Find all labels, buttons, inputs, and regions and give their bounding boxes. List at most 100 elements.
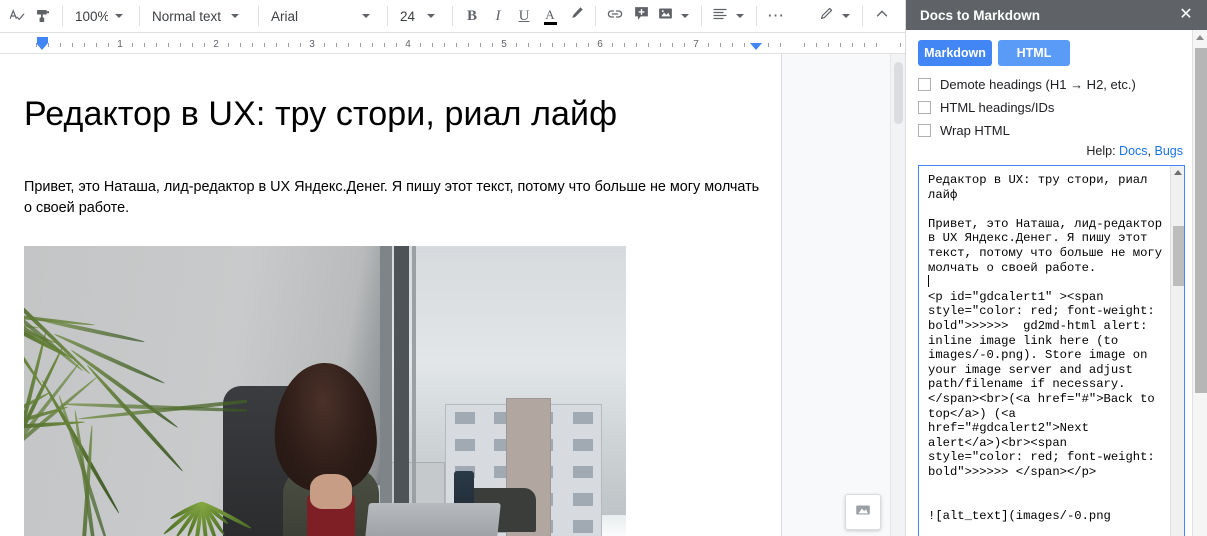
ruler-tick bbox=[108, 43, 109, 47]
italic-icon: I bbox=[495, 7, 501, 24]
font-family-value: Arial bbox=[271, 8, 299, 24]
toolbar-divider bbox=[387, 6, 388, 26]
text-color-letter: A bbox=[545, 6, 555, 22]
ruler-tick bbox=[516, 43, 517, 47]
ruler-tick bbox=[864, 43, 865, 47]
ruler-tick bbox=[480, 43, 481, 47]
ruler-number: 7 bbox=[693, 39, 699, 50]
checkbox-label: HTML headings/IDs bbox=[940, 100, 1055, 115]
text-color-icon: A bbox=[543, 6, 557, 25]
scroll-up-arrow-icon[interactable] bbox=[1196, 35, 1204, 40]
ruler-tick bbox=[396, 43, 397, 47]
ruler-tick bbox=[204, 43, 205, 47]
add-comment-button[interactable] bbox=[628, 3, 654, 29]
ruler-tick bbox=[612, 43, 613, 47]
document-ruler[interactable]: 1 2 3 4 5 6 7 bbox=[0, 33, 905, 54]
text-align-button[interactable] bbox=[708, 3, 750, 29]
document-scrollbar-thumb[interactable] bbox=[894, 62, 903, 124]
pencil-edit-icon bbox=[818, 5, 835, 27]
ruler-number: 3 bbox=[309, 39, 315, 50]
markdown-output-textarea[interactable]: Редактор в UX: тру стори, риал лайф Прив… bbox=[918, 165, 1185, 536]
underline-button[interactable]: U bbox=[511, 3, 537, 29]
document-page[interactable]: Редактор в UX: тру стори, риал лайф Прив… bbox=[0, 54, 782, 536]
text-align-icon bbox=[711, 5, 729, 28]
panel-scrollbar-thumb[interactable] bbox=[1195, 48, 1207, 393]
bold-button[interactable]: B bbox=[459, 3, 485, 29]
checkbox-box[interactable] bbox=[918, 78, 931, 91]
checkbox-box[interactable] bbox=[918, 101, 931, 114]
ruler-tick bbox=[252, 43, 253, 47]
font-size-select[interactable]: 24 bbox=[394, 3, 446, 29]
add-comment-icon bbox=[633, 5, 650, 27]
more-options-button[interactable]: ⋯ bbox=[763, 3, 789, 29]
ruler-tick bbox=[588, 43, 589, 47]
insert-link-icon bbox=[606, 5, 624, 28]
italic-button[interactable]: I bbox=[485, 3, 511, 29]
editing-mode-button[interactable] bbox=[815, 3, 856, 29]
panel-scrollbar[interactable] bbox=[1192, 30, 1207, 536]
left-indent-marker[interactable] bbox=[36, 43, 48, 50]
insert-link-button[interactable] bbox=[602, 3, 628, 29]
document-inline-image[interactable] bbox=[24, 246, 626, 536]
markdown-output-text[interactable]: Редактор в UX: тру стори, риал лайф Прив… bbox=[919, 166, 1170, 536]
checkbox-wrap-html[interactable]: Wrap HTML bbox=[918, 123, 1185, 138]
scroll-up-arrow-icon[interactable] bbox=[1174, 170, 1182, 175]
ruler-tick bbox=[708, 43, 709, 47]
hide-toolbar-button[interactable] bbox=[869, 3, 895, 29]
ruler-tick bbox=[456, 43, 457, 47]
ruler-tick bbox=[240, 43, 241, 47]
ruler-tick bbox=[804, 43, 805, 47]
right-indent-marker[interactable] bbox=[750, 43, 762, 50]
ruler-tick bbox=[744, 43, 745, 47]
ruler-tick bbox=[444, 43, 445, 47]
checkbox-box[interactable] bbox=[918, 124, 931, 137]
checkbox-label: Wrap HTML bbox=[940, 123, 1010, 138]
zoom-level-value: 100% bbox=[75, 8, 108, 24]
zoom-level-select[interactable]: 100% bbox=[69, 3, 133, 29]
ruler-tick bbox=[132, 43, 133, 47]
checkbox-demote-headings[interactable]: Demote headings (H1 → H2, etc.) bbox=[918, 77, 1185, 92]
text-color-button[interactable]: A bbox=[537, 3, 563, 29]
ruler-tick bbox=[84, 43, 85, 47]
spellcheck-icon[interactable] bbox=[4, 3, 30, 29]
font-family-select[interactable]: Arial bbox=[265, 3, 381, 29]
document-scrollbar[interactable] bbox=[890, 54, 905, 536]
markdown-button[interactable]: Markdown bbox=[918, 40, 992, 66]
ruler-tick bbox=[684, 43, 685, 47]
photo-window-frame-3 bbox=[411, 246, 416, 536]
ruler-tick bbox=[432, 43, 433, 47]
insert-image-button[interactable] bbox=[654, 3, 695, 29]
panel-header: Docs to Markdown ✕ bbox=[906, 0, 1207, 30]
page-title: Редактор в UX: тру стори, риал лайф bbox=[24, 95, 618, 133]
ruler-number: 4 bbox=[405, 39, 411, 50]
ruler-tick bbox=[492, 43, 493, 47]
ruler-tick bbox=[900, 43, 901, 47]
chevron-down-icon bbox=[115, 14, 123, 18]
toolbar-divider bbox=[701, 6, 702, 26]
close-icon[interactable]: ✕ bbox=[1175, 4, 1197, 26]
toolbar-divider bbox=[62, 6, 63, 26]
ruler-tick bbox=[360, 43, 361, 47]
ruler-tick bbox=[48, 43, 49, 47]
document-canvas: Редактор в UX: тру стори, риал лайф Прив… bbox=[0, 54, 905, 536]
output-scrollbar[interactable] bbox=[1170, 166, 1184, 536]
paint-format-icon[interactable] bbox=[30, 3, 56, 29]
paragraph-style-select[interactable]: Normal text bbox=[146, 3, 252, 29]
help-bugs-link[interactable]: Bugs bbox=[1155, 144, 1184, 158]
ruler-tick bbox=[552, 43, 553, 47]
document-paragraph: Привет, это Наташа, лид-редактор в UX Ян… bbox=[24, 178, 760, 217]
image-placeholder-button[interactable] bbox=[845, 494, 881, 530]
photo-plant-small bbox=[156, 500, 253, 536]
highlight-color-button[interactable] bbox=[563, 3, 589, 29]
chevron-down-icon bbox=[842, 14, 850, 18]
chevron-down-icon bbox=[362, 14, 370, 18]
checkbox-html-headings-ids[interactable]: HTML headings/IDs bbox=[918, 100, 1185, 115]
ruler-tick bbox=[636, 43, 637, 47]
photo-window-frame-2 bbox=[393, 246, 410, 536]
ruler-tick bbox=[228, 43, 229, 47]
html-button[interactable]: HTML bbox=[998, 40, 1070, 66]
output-scrollbar-thumb[interactable] bbox=[1173, 226, 1184, 286]
checkbox-label: Demote headings (H1 → H2, etc.) bbox=[940, 77, 1136, 92]
ruler-tick bbox=[264, 43, 265, 47]
help-docs-link[interactable]: Docs bbox=[1119, 144, 1147, 158]
